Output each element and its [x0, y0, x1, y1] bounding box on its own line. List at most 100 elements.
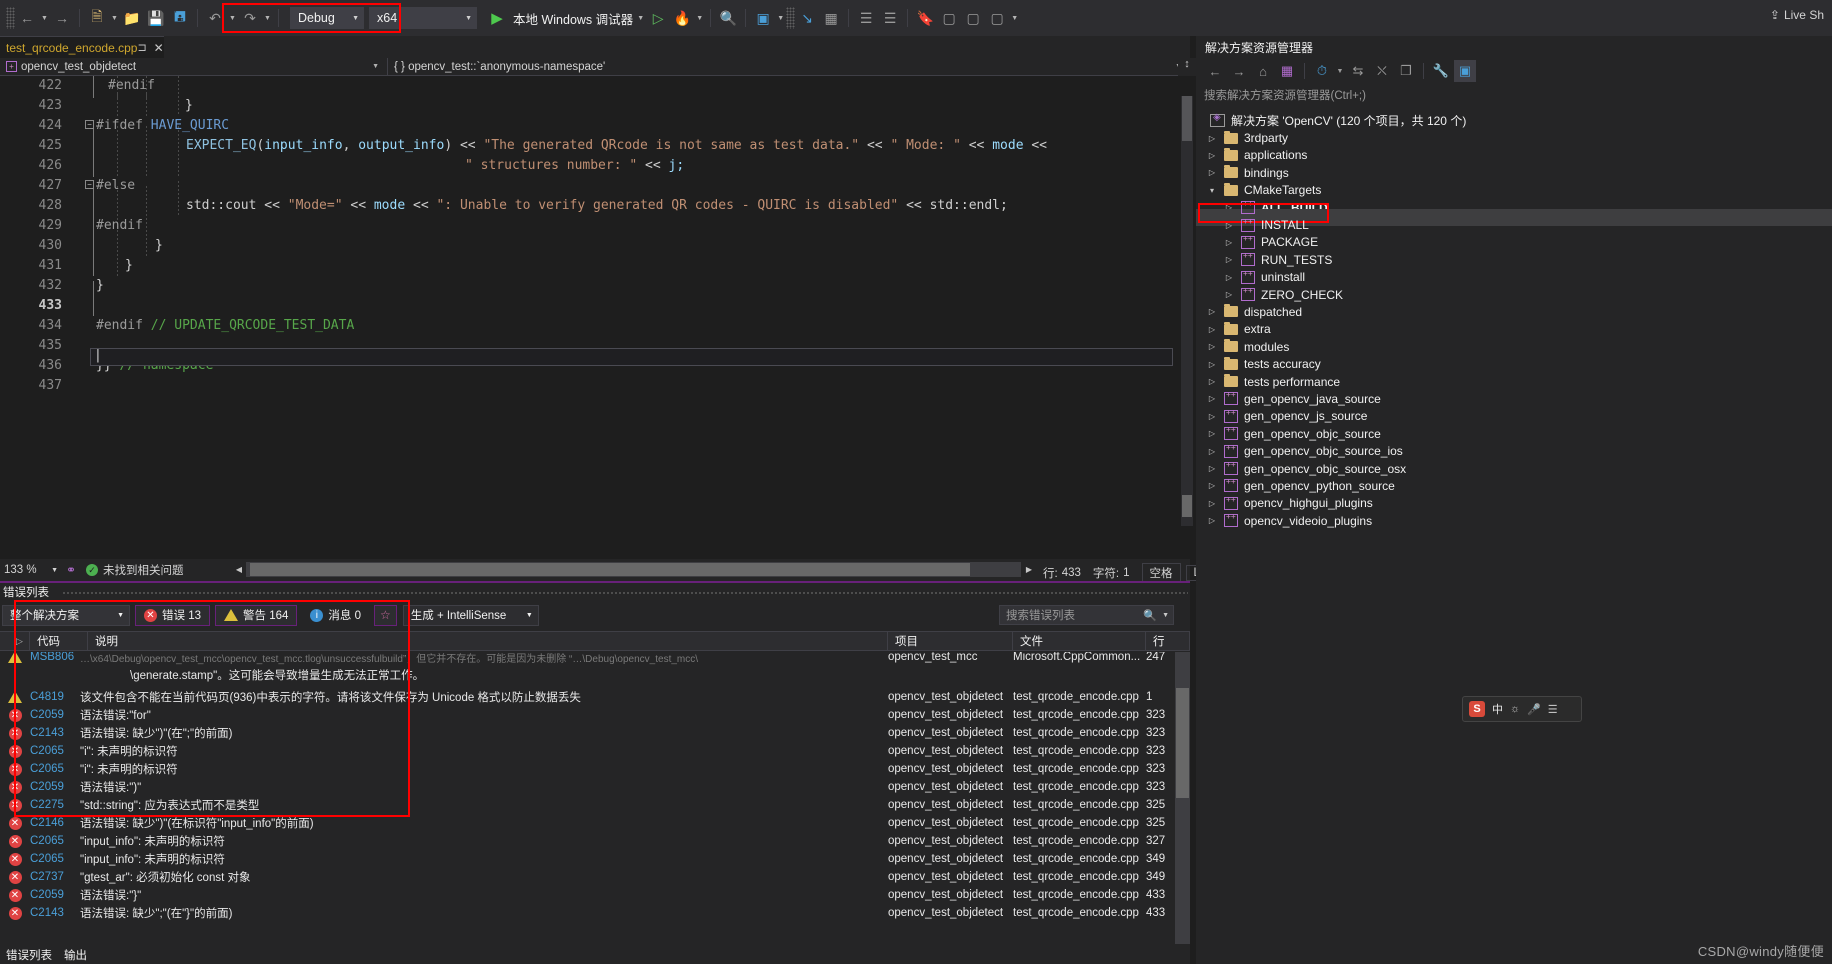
document-tab-test-qrcode-encode[interactable]: test_qrcode_encode.cpp ⊐ ✕: [0, 36, 164, 58]
error-list-search-box[interactable]: 搜索错误列表 🔍 ▼: [999, 605, 1174, 625]
toolbar-grip-2[interactable]: [786, 7, 796, 29]
tree-item-uninstall[interactable]: ▷ uninstall: [1196, 269, 1832, 286]
tree-item-modules[interactable]: ▷ modules: [1196, 338, 1832, 355]
back-icon[interactable]: ←: [16, 7, 38, 29]
chevron-right-icon[interactable]: ▷: [1206, 481, 1218, 490]
new-item-icon[interactable]: 🗎: [86, 7, 108, 29]
chevron-down-icon[interactable]: ▾: [1206, 186, 1218, 195]
table-row[interactable]: ✕ C2065 "i": 未声明的标识符 opencv_test_objdete…: [0, 760, 1175, 778]
debug-target-dropdown-icon[interactable]: ▼: [635, 7, 646, 29]
undo-dropdown-icon[interactable]: ▼: [227, 7, 238, 29]
new-item-dropdown-icon[interactable]: ▼: [109, 7, 120, 29]
tree-item-applications[interactable]: ▷ applications: [1196, 147, 1832, 164]
table-row[interactable]: ✕ C2065 "input_info": 未声明的标识符 opencv_tes…: [0, 850, 1175, 868]
zoom-level-combo[interactable]: 133 % ▼: [0, 561, 62, 579]
chevron-right-icon[interactable]: ▷: [1206, 464, 1218, 473]
back-dropdown-icon[interactable]: ▼: [39, 7, 50, 29]
table-row[interactable]: ✕ C2143 语法错误: 缺少";"(在"}"的前面) opencv_test…: [0, 904, 1175, 922]
bookmark-dropdown-icon[interactable]: ▼: [1009, 7, 1020, 29]
messages-toggle-button[interactable]: i 消息 0: [302, 605, 369, 626]
start-without-debug-icon[interactable]: ▷: [647, 7, 669, 29]
chevron-right-icon[interactable]: ▷: [1206, 307, 1218, 316]
chevron-right-icon[interactable]: ▷: [1206, 134, 1218, 143]
table-row[interactable]: ✕ C2059 语法错误:")" opencv_test_objdetect t…: [0, 778, 1175, 796]
ime-menu-icon[interactable]: ☰: [1548, 703, 1558, 716]
tree-item-bindings[interactable]: ▷ bindings: [1196, 164, 1832, 181]
issues-status[interactable]: ✓ 未找到相关问题: [80, 562, 190, 578]
chevron-right-icon[interactable]: ▷: [1206, 325, 1218, 334]
window-layout-dropdown-icon[interactable]: ▼: [775, 7, 786, 29]
tree-item-3rdparty[interactable]: ▷ 3rdparty: [1196, 129, 1832, 146]
table-row[interactable]: ✕ C2146 语法错误: 缺少")"(在标识符"input_info"的前面)…: [0, 814, 1175, 832]
next-bookmark-icon[interactable]: ▢: [962, 7, 984, 29]
microphone-icon[interactable]: 🎤: [1527, 703, 1541, 716]
fold-icon[interactable]: −: [85, 120, 94, 129]
column-line[interactable]: 行: [1146, 631, 1190, 651]
tree-item-gen-objc-source[interactable]: ▷ gen_opencv_objc_source: [1196, 425, 1832, 442]
chevron-right-icon[interactable]: ▷: [1206, 499, 1218, 508]
indent-icon[interactable]: ☰: [855, 7, 877, 29]
pin-icon[interactable]: ⊐: [137, 41, 146, 54]
warnings-toggle-button[interactable]: 警告 164: [215, 604, 298, 626]
tree-item-dispatched[interactable]: ▷ dispatched: [1196, 303, 1832, 320]
error-list-scrollbar-thumb[interactable]: [1176, 688, 1189, 798]
chevron-down-icon[interactable]: ▼: [1162, 612, 1169, 619]
undo-icon[interactable]: ↶: [204, 7, 226, 29]
close-icon[interactable]: ✕: [154, 41, 164, 55]
table-row-continuation[interactable]: \generate.stamp"。这可能会导致增量生成无法正常工作。: [0, 666, 1175, 684]
find-in-files-icon[interactable]: 🔍: [717, 7, 739, 29]
preview-selected-items-icon[interactable]: ▣: [1454, 60, 1476, 82]
solution-explorer-scrollbar[interactable]: [1181, 96, 1193, 526]
prev-bookmark-icon[interactable]: ▢: [938, 7, 960, 29]
live-share-button[interactable]: ⇪ Live Sh: [1770, 8, 1824, 22]
ime-toolbar[interactable]: S 中 ☼ 🎤 ☰: [1462, 696, 1582, 722]
table-row[interactable]: ✕ C2065 "input_info": 未声明的标识符 opencv_tes…: [0, 832, 1175, 850]
chevron-right-icon[interactable]: ▷: [1223, 290, 1235, 299]
pending-changes-icon[interactable]: ⏱: [1311, 60, 1333, 82]
table-row[interactable]: ✕ C2275 "std::string": 应为表达式而不是类型 opencv…: [0, 796, 1175, 814]
indentation-mode[interactable]: 空格: [1141, 563, 1181, 583]
start-debugging-icon[interactable]: ▶: [486, 7, 508, 29]
tree-item-zero-check[interactable]: ▷ ZERO_CHECK: [1196, 286, 1832, 303]
sogou-logo-icon[interactable]: S: [1469, 701, 1485, 717]
filter-button[interactable]: ☆: [373, 604, 397, 626]
project-scope-combo[interactable]: + opencv_test_objdetect ▼: [0, 57, 388, 76]
chevron-right-icon[interactable]: ▷: [1223, 221, 1235, 230]
solution-platform-combo[interactable]: x64 ▼: [369, 7, 477, 29]
chevron-right-icon[interactable]: ▷: [1206, 342, 1218, 351]
solution-configuration-combo[interactable]: Debug ▼: [290, 7, 364, 29]
tab-output[interactable]: 输出: [58, 947, 93, 963]
properties-icon[interactable]: 🔧: [1430, 60, 1452, 82]
tree-item-tests-accuracy[interactable]: ▷ tests accuracy: [1196, 355, 1832, 372]
solution-explorer-scrollbar-thumb-lower[interactable]: [1182, 495, 1192, 517]
save-all-icon[interactable]: 🖪: [169, 7, 191, 29]
column-project[interactable]: 项目: [888, 631, 1013, 651]
tree-item-run-tests[interactable]: ▷ RUN_TESTS: [1196, 251, 1832, 268]
chevron-right-icon[interactable]: ▷: [1206, 151, 1218, 160]
intellisense-icon[interactable]: ⚭: [62, 563, 80, 577]
tree-item-gen-js-source[interactable]: ▷ gen_opencv_js_source: [1196, 408, 1832, 425]
tree-item-gen-java-source[interactable]: ▷ gen_opencv_java_source: [1196, 390, 1832, 407]
tree-item-highgui-plugins[interactable]: ▷ opencv_highgui_plugins: [1196, 495, 1832, 512]
table-row[interactable]: ✕ C2059 语法错误:"for" opencv_test_objdetect…: [0, 706, 1175, 724]
tree-item-cmaketargets[interactable]: ▾ CMakeTargets: [1196, 182, 1832, 199]
show-all-files-icon[interactable]: ❐: [1395, 60, 1417, 82]
collapse-all-icon[interactable]: ⛌: [1371, 60, 1393, 82]
debug-target-label[interactable]: 本地 Windows 调试器: [509, 9, 635, 28]
comment-icon[interactable]: ▦: [820, 7, 842, 29]
fold-icon[interactable]: −: [85, 180, 94, 189]
column-description[interactable]: 说明: [88, 631, 888, 651]
solution-tree[interactable]: 解决方案 'OpenCV' (120 个项目，共 120 个) ▷ 3rdpar…: [1196, 112, 1832, 582]
save-icon[interactable]: 💾: [145, 7, 167, 29]
bookmark-icon[interactable]: 🔖: [914, 7, 936, 29]
hot-reload-icon[interactable]: 🔥: [671, 7, 693, 29]
window-layout-icon[interactable]: ▣: [752, 7, 774, 29]
panel-drag-dots[interactable]: [62, 591, 1188, 594]
step-into-icon[interactable]: ↘: [796, 7, 818, 29]
errors-toggle-button[interactable]: ✕ 错误 13: [135, 604, 210, 626]
redo-icon[interactable]: ↷: [239, 7, 261, 29]
table-row[interactable]: ✕ C2737 "gtest_ar": 必须初始化 const 对象 openc…: [0, 868, 1175, 886]
chevron-right-icon[interactable]: ▷: [1206, 168, 1218, 177]
open-file-icon[interactable]: 📁: [121, 7, 143, 29]
scroll-right-icon[interactable]: ▶: [1022, 562, 1036, 577]
